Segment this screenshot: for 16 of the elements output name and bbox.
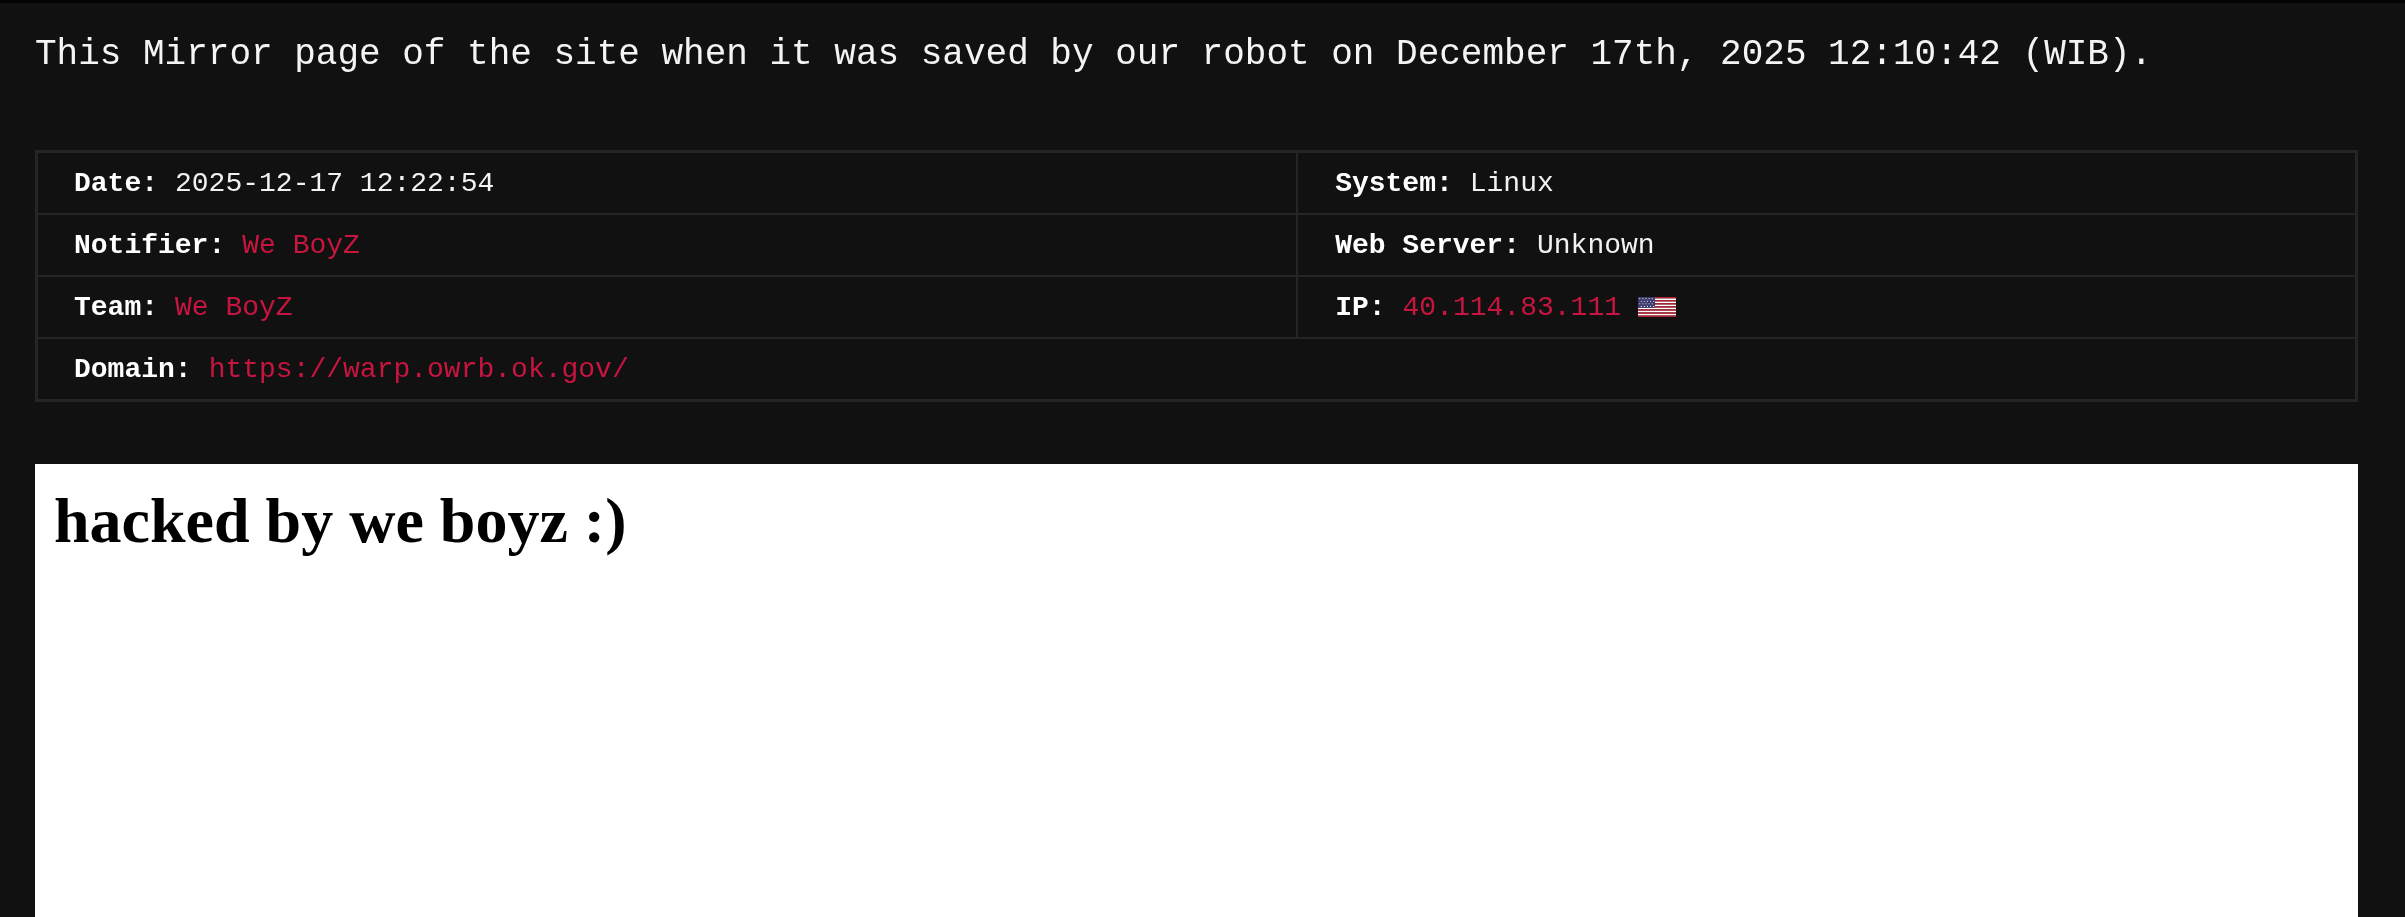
field-label: Domain: [74,353,192,385]
field-label: Date: [74,167,158,199]
notice-text: This Mirror page of the site when it was saved by our robot on December 17th, 2025 12:10:42 (WIB). [35,33,2154,77]
field-label: Notifier: [74,229,226,261]
field-link[interactable]: We BoyZ [175,291,293,323]
field-label: Web Server: [1335,229,1520,261]
field-link[interactable]: We BoyZ [242,229,360,261]
field-label: System: [1335,167,1453,199]
field-value: Unknown [1536,229,1655,261]
field-label: Team: [74,291,158,323]
field-value: Linux [1469,167,1554,199]
field-link[interactable]: 40.114.83.111 [1402,291,1621,323]
field-label: IP: [1335,291,1386,323]
field-link[interactable]: https://warp.owrb.ok.gov/ [208,353,629,385]
field-value: 2025-12-17 12:22:54 [175,167,495,199]
page-heading: hacked by we boyz :) [54,484,627,558]
